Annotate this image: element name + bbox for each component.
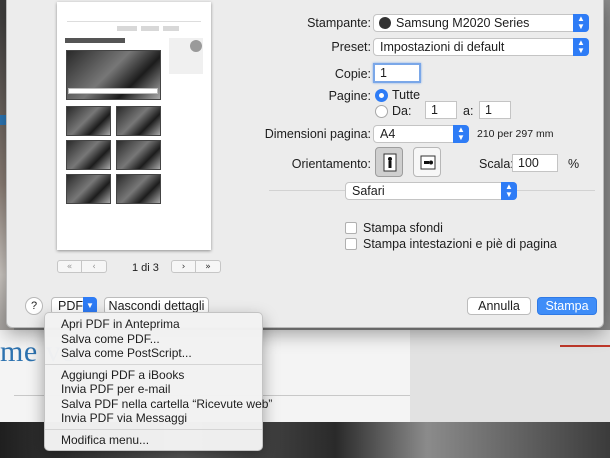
menu-item-open-pdf-preview[interactable]: Apri PDF in Anteprima: [45, 317, 262, 332]
printer-icon: [379, 17, 391, 29]
section-value: Safari: [352, 184, 385, 198]
printer-label: Stampante:: [307, 16, 371, 30]
print-headers-checkbox[interactable]: [345, 238, 357, 250]
preview-image: [116, 174, 161, 204]
preview-caption: [68, 88, 158, 94]
pages-all-radio[interactable]: [375, 89, 388, 102]
pages-range-radio[interactable]: [375, 105, 388, 118]
menu-separator: [45, 363, 262, 365]
preset-value: Impostazioni di default: [380, 40, 505, 54]
pages-label: Pagine:: [328, 89, 371, 103]
chevron-updown-icon: ▲ ▼: [573, 14, 589, 32]
print-button[interactable]: Stampa: [537, 297, 597, 315]
preview-nav: [141, 26, 159, 31]
preview-avatar: [190, 40, 202, 52]
landscape-icon: [420, 155, 436, 170]
pages-from-field[interactable]: 1: [425, 101, 457, 119]
preview-image: [66, 140, 111, 170]
preview-image: [116, 106, 161, 136]
chevron-updown-icon: ▲ ▼: [453, 125, 469, 143]
scale-field[interactable]: 100: [512, 154, 558, 172]
pdf-label: PDF: [58, 299, 83, 313]
printer-value: Samsung M2020 Series: [396, 16, 530, 30]
background-red-line: [560, 345, 610, 347]
first-page-button[interactable]: «: [57, 260, 82, 273]
pages-to-field[interactable]: 1: [479, 101, 511, 119]
paper-dimensions: 210 per 297 mm: [477, 128, 554, 140]
cancel-button[interactable]: Annulla: [467, 297, 531, 315]
preview-image: [116, 140, 161, 170]
last-page-button[interactable]: »: [196, 260, 221, 273]
menu-item-send-messages[interactable]: Invia PDF via Messaggi: [45, 411, 262, 426]
landscape-orientation-button[interactable]: [413, 147, 441, 177]
menu-item-save-as-pdf[interactable]: Salva come PDF...: [45, 332, 262, 347]
options-section-select[interactable]: Safari ▲ ▼: [345, 182, 517, 200]
print-backgrounds-checkbox[interactable]: [345, 222, 357, 234]
print-headers-label: Stampa intestazioni e piè di pagina: [363, 237, 557, 251]
print-backgrounds-label: Stampa sfondi: [363, 221, 443, 235]
scale-label: Scala:: [479, 157, 514, 171]
preview-back-buttons: « ‹: [57, 260, 107, 273]
menu-separator: [45, 428, 262, 430]
menu-item-save-as-postscript[interactable]: Salva come PostScript...: [45, 346, 262, 361]
chevron-updown-icon: ▲ ▼: [573, 38, 589, 56]
scale-unit: %: [568, 157, 580, 171]
next-page-button[interactable]: ›: [171, 260, 196, 273]
portrait-orientation-button[interactable]: [375, 147, 403, 177]
preview-nav: [163, 26, 179, 31]
page-indicator: 1 di 3: [132, 262, 159, 274]
preview-forward-buttons: › »: [171, 260, 221, 273]
preset-label: Preset:: [331, 40, 371, 54]
menu-item-edit-menu[interactable]: Modifica menu...: [45, 433, 262, 448]
printer-select[interactable]: Samsung M2020 Series ▲ ▼: [373, 14, 589, 32]
portrait-icon: [383, 153, 397, 172]
help-button[interactable]: ?: [25, 297, 43, 315]
preview-title: [65, 38, 125, 43]
menu-item-send-email[interactable]: Invia PDF per e-mail: [45, 382, 262, 397]
menu-item-save-web-receipts[interactable]: Salva PDF nella cartella “Ricevute web”: [45, 397, 272, 412]
paper-size-select[interactable]: A4 ▲ ▼: [373, 125, 469, 143]
chevron-updown-icon: ▲ ▼: [501, 182, 517, 200]
orientation-label: Orientamento:: [291, 157, 371, 171]
paper-size-value: A4: [380, 127, 396, 141]
pdf-dropdown-menu: Apri PDF in Anteprima Salva come PDF... …: [44, 312, 272, 451]
paper-size-label: Dimensioni pagina:: [264, 127, 371, 141]
pages-to-label: a:: [463, 104, 474, 118]
print-dialog: « ‹ 1 di 3 › » Stampante: Samsung M2020 …: [6, 0, 604, 328]
preview-header-line: [67, 18, 201, 22]
copies-field[interactable]: 1: [373, 63, 421, 83]
print-preview-page: [57, 2, 211, 250]
pages-all-label: Tutte: [392, 88, 421, 102]
preview-nav: [117, 26, 137, 31]
copies-label: Copie:: [334, 67, 371, 81]
pages-from-label: Da:: [392, 104, 412, 118]
menu-item-add-to-ibooks[interactable]: Aggiungi PDF a iBooks: [45, 368, 262, 383]
preview-image: [66, 106, 111, 136]
preview-image: [66, 174, 111, 204]
preset-select[interactable]: Impostazioni di default ▲ ▼: [373, 38, 589, 56]
previous-page-button[interactable]: ‹: [82, 260, 107, 273]
background-sidebar: [410, 330, 610, 422]
